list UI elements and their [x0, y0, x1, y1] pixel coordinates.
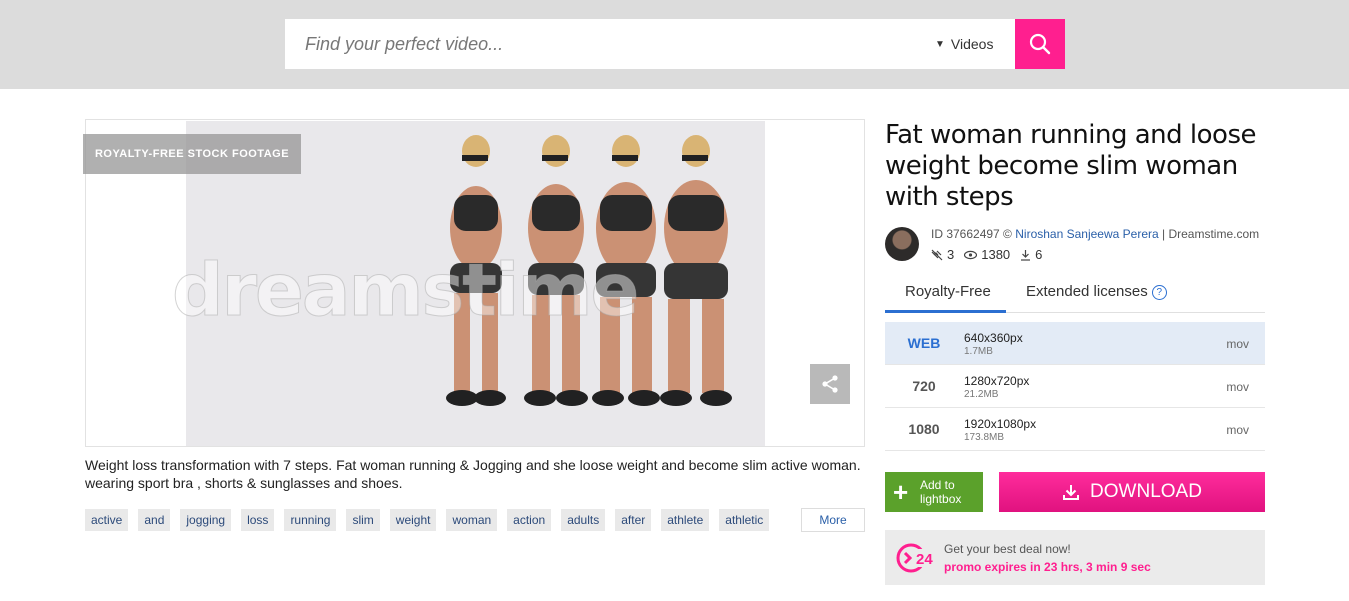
size-format: mov [1226, 380, 1249, 394]
size-option-web[interactable]: WEB 640x360px 1.7MB mov [885, 322, 1265, 365]
views-count: 1380 [981, 247, 1011, 262]
tag[interactable]: active [85, 509, 129, 531]
license-tabs: Royalty-Free Extended licenses? [885, 280, 1265, 313]
usage-count: 3 [947, 247, 955, 262]
size-filesize: 173.8MB [964, 432, 1005, 443]
tag[interactable]: and [138, 509, 171, 531]
size-dimensions: 1280x720px [964, 374, 1030, 388]
media-meta: ID 37662497 © Niroshan Sanjeewa Perera |… [931, 227, 1259, 241]
promo-24h-icon: 24 [896, 543, 937, 573]
tag[interactable]: running [284, 509, 337, 531]
size-option-1080[interactable]: 1080 1920x1080px 173.8MB mov [885, 408, 1265, 451]
no-usage-icon [931, 249, 943, 260]
promo-timer: promo expires in 23 hrs, 3 min 9 sec [944, 560, 1151, 574]
search-type-label: Videos [950, 36, 994, 52]
download-icon [1063, 485, 1080, 500]
views-stat: 1380 [964, 247, 1010, 262]
author-link[interactable]: Niroshan Sanjeewa Perera [1015, 227, 1158, 241]
video-description: Weight loss transformation with 7 steps.… [85, 457, 861, 491]
tag[interactable]: action [507, 509, 552, 531]
size-label: WEB [907, 335, 941, 351]
size-options: WEB 640x360px 1.7MB mov 720 1280x720px 2… [885, 322, 1265, 451]
size-option-720[interactable]: 720 1280x720px 21.2MB mov [885, 365, 1265, 408]
size-dimensions: 1920x1080px [964, 417, 1037, 431]
tab-royalty-free[interactable]: Royalty-Free [905, 283, 991, 300]
size-format: mov [1226, 337, 1249, 351]
download-count-icon [1021, 249, 1031, 261]
tag[interactable]: athlete [661, 509, 710, 531]
header-bar: ▼ Videos [0, 0, 1349, 89]
help-icon[interactable]: ? [1151, 284, 1167, 300]
size-dimensions: 640x360px [964, 331, 1023, 345]
eye-icon [964, 250, 978, 259]
page-title: Fat woman running and loose weight becom… [885, 120, 1257, 212]
promo-icon-text: 24 [916, 551, 933, 568]
promo-text: Get your best deal now! [944, 542, 1071, 556]
tag-list: active and jogging loss running slim wei… [85, 509, 795, 531]
author-avatar[interactable] [885, 227, 919, 261]
tag[interactable]: slim [346, 509, 380, 531]
size-label: 720 [912, 378, 936, 394]
downloads-count: 6 [1035, 247, 1043, 262]
search-input[interactable] [285, 19, 905, 69]
tag[interactable]: jogging [180, 509, 232, 531]
lightbox-label: Add to lightbox [920, 478, 962, 506]
tab-extended-label: Extended licenses [1026, 283, 1148, 300]
share-button[interactable] [810, 364, 850, 404]
plus-icon: + [893, 477, 909, 507]
download-button[interactable]: DOWNLOAD [999, 472, 1265, 512]
media-id: ID 37662497 © [931, 227, 1012, 241]
usage-stat: 3 [931, 247, 954, 262]
size-filesize: 21.2MB [964, 389, 999, 400]
tag[interactable]: adults [561, 509, 606, 531]
add-to-lightbox-button[interactable]: + Add to lightbox [885, 472, 983, 512]
tab-extended-licenses[interactable]: Extended licenses? [1026, 283, 1167, 300]
size-format: mov [1226, 423, 1249, 437]
more-tags-button[interactable]: More [801, 508, 865, 532]
royalty-free-badge: ROYALTY-FREE STOCK FOOTAGE [83, 134, 301, 174]
search-bar: ▼ Videos [285, 19, 1065, 69]
share-icon [822, 375, 838, 393]
tag[interactable]: woman [446, 509, 498, 531]
downloads-stat: 6 [1020, 247, 1042, 262]
tag[interactable]: athletic [719, 509, 770, 531]
tag[interactable]: weight [389, 509, 437, 531]
media-stats: 3 1380 6 [931, 247, 1042, 262]
download-label: DOWNLOAD [1090, 481, 1202, 502]
size-label: 1080 [908, 421, 940, 437]
tag[interactable]: loss [241, 509, 275, 531]
watermark: dreamstime [171, 248, 639, 333]
search-button[interactable] [1015, 19, 1065, 69]
size-filesize: 1.7MB [964, 346, 993, 357]
chevron-down-icon: ▼ [935, 38, 945, 50]
tag[interactable]: after [615, 509, 652, 531]
search-icon [1029, 33, 1051, 55]
active-tab-indicator [885, 310, 1006, 313]
site-name: | Dreamstime.com [1162, 227, 1260, 241]
search-type-dropdown[interactable]: ▼ Videos [935, 19, 993, 69]
promo-banner[interactable]: 24 Get your best deal now! promo expires… [885, 530, 1265, 585]
